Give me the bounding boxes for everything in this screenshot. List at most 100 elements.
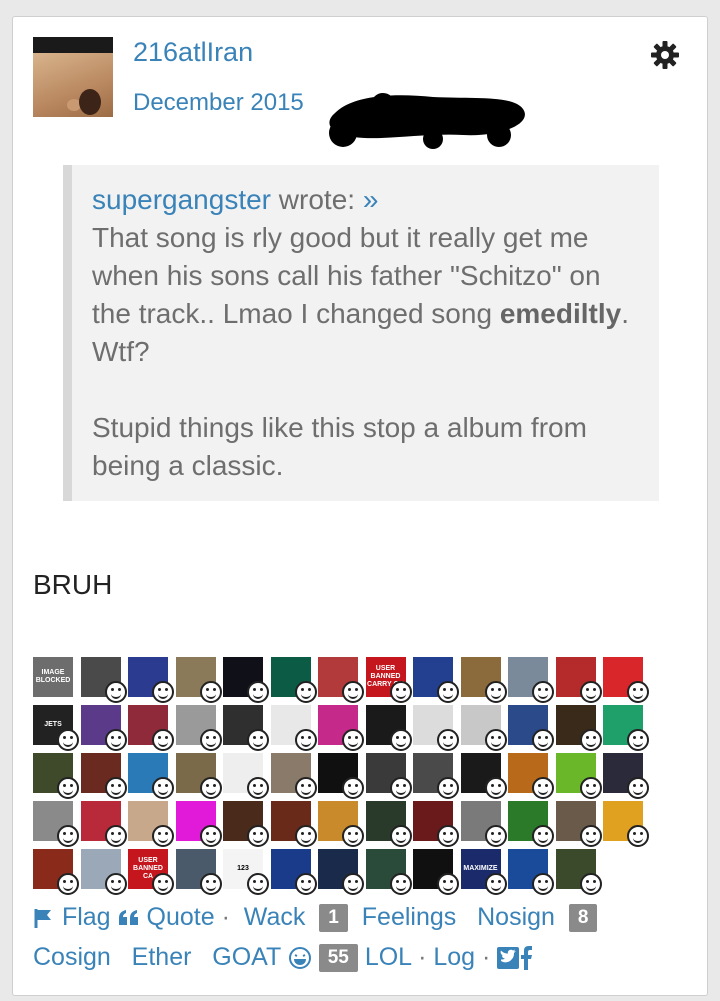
- laughing-face-icon: [57, 873, 79, 895]
- laughing-face-icon: [152, 681, 174, 703]
- reactor-avatar[interactable]: [413, 705, 459, 751]
- laughing-face-icon: [152, 777, 174, 799]
- reactor-avatar[interactable]: [460, 801, 507, 847]
- goat-link[interactable]: GOAT: [212, 943, 281, 971]
- reactor-avatar[interactable]: [460, 705, 507, 751]
- reactor-avatar[interactable]: [175, 753, 222, 799]
- quote-wrote-label: wrote:: [278, 184, 356, 215]
- separator: ·: [482, 943, 491, 971]
- reactor-avatar[interactable]: [33, 849, 79, 895]
- laughing-face-icon: [532, 825, 554, 847]
- quote-jump-link[interactable]: »: [363, 184, 379, 215]
- reactor-avatar[interactable]: [555, 753, 602, 799]
- reactor-avatar[interactable]: [128, 801, 174, 847]
- quote-author-link[interactable]: supergangster: [92, 184, 271, 215]
- reactor-avatar[interactable]: [413, 801, 459, 847]
- reactor-avatar[interactable]: [508, 657, 554, 703]
- reactor-avatar[interactable]: [175, 657, 222, 703]
- reactor-avatar[interactable]: [365, 705, 412, 751]
- wack-link[interactable]: Wack: [244, 903, 306, 931]
- reactor-avatar[interactable]: [223, 753, 269, 799]
- username-link[interactable]: 216atlIran: [133, 37, 253, 68]
- reactor-avatar[interactable]: [223, 801, 269, 847]
- reactor-avatar[interactable]: [318, 849, 364, 895]
- reactor-avatar[interactable]: [223, 657, 269, 703]
- reactor-avatar[interactable]: [175, 849, 222, 895]
- ether-link[interactable]: Ether: [132, 943, 192, 971]
- quote-link[interactable]: Quote: [118, 903, 215, 931]
- reactor-avatar[interactable]: [555, 657, 602, 703]
- reactor-avatar[interactable]: [460, 657, 507, 703]
- reactor-avatar[interactable]: IMAGE BLOCKED: [33, 657, 73, 697]
- reactor-avatar[interactable]: [555, 801, 602, 847]
- post-date[interactable]: December 2015: [133, 89, 304, 117]
- reactor-avatar[interactable]: [175, 705, 222, 751]
- reactor-avatar[interactable]: [270, 705, 317, 751]
- reaction-avatars: IMAGE BLOCKED USER BANNED CARRY ON JETS USE…: [33, 657, 653, 897]
- laughing-face-icon: [579, 825, 602, 847]
- reactor-avatar[interactable]: [128, 753, 174, 799]
- reactor-avatar[interactable]: USER BANNED CA: [128, 849, 174, 895]
- laughing-face-icon: [57, 777, 79, 799]
- reactor-avatar[interactable]: [508, 849, 554, 895]
- comment-body: BRUH: [33, 569, 113, 600]
- reactor-avatar[interactable]: [270, 753, 317, 799]
- reactor-avatar[interactable]: [365, 849, 412, 895]
- reactor-avatar[interactable]: [128, 705, 174, 751]
- reactor-avatar[interactable]: [460, 753, 507, 799]
- flag-link[interactable]: Flag: [33, 903, 111, 931]
- reactor-avatar[interactable]: [508, 705, 554, 751]
- laughing-face-icon: [294, 777, 317, 799]
- reactor-avatar[interactable]: 123: [223, 849, 269, 895]
- reactor-avatar[interactable]: [318, 705, 364, 751]
- avatar[interactable]: [33, 37, 113, 117]
- reaction-bar: Flag Quote · Wack 1 Feelings Nosign 8 Co…: [33, 897, 693, 977]
- lol-link[interactable]: LOL: [365, 943, 411, 971]
- reactor-avatar[interactable]: [413, 849, 459, 895]
- reactor-avatar[interactable]: [223, 705, 269, 751]
- quote-line-2: Stupid things like this stop a album fro…: [92, 412, 587, 481]
- reactor-avatar[interactable]: [555, 849, 602, 895]
- reactor-avatar[interactable]: [80, 801, 127, 847]
- laughing-face-icon: [294, 681, 317, 703]
- facebook-icon[interactable]: [519, 946, 533, 971]
- reactor-avatar[interactable]: [508, 753, 554, 799]
- reactor-avatar[interactable]: [33, 801, 79, 847]
- reactor-avatar[interactable]: [603, 657, 649, 703]
- reactor-avatar[interactable]: [318, 657, 364, 703]
- reactor-avatar[interactable]: [270, 849, 317, 895]
- reactor-avatar[interactable]: [270, 657, 317, 703]
- reactor-avatar[interactable]: [413, 753, 459, 799]
- reactor-avatar[interactable]: [603, 801, 649, 847]
- reactor-avatar[interactable]: [318, 801, 364, 847]
- reactor-avatar[interactable]: [413, 657, 459, 703]
- reactor-avatar[interactable]: JETS: [33, 705, 79, 751]
- reactor-avatar[interactable]: [80, 753, 127, 799]
- cosign-link[interactable]: Cosign: [33, 943, 111, 971]
- reactor-avatar[interactable]: [508, 801, 554, 847]
- reactor-avatar[interactable]: [80, 705, 127, 751]
- reactor-avatar-image: IMAGE BLOCKED: [33, 657, 73, 697]
- laughing-face-icon: [484, 825, 507, 847]
- twitter-icon[interactable]: [497, 947, 520, 970]
- reactor-avatar[interactable]: [33, 753, 79, 799]
- reactor-avatar[interactable]: USER BANNED CARRY ON: [365, 657, 412, 703]
- reactor-avatar[interactable]: [80, 849, 127, 895]
- reactor-avatar[interactable]: [603, 705, 649, 751]
- reactor-avatar[interactable]: [270, 801, 317, 847]
- reactor-avatar[interactable]: [555, 705, 602, 751]
- feelings-link[interactable]: Feelings: [362, 903, 457, 931]
- reactor-avatar[interactable]: [128, 657, 174, 703]
- laughing-face-icon: [199, 777, 222, 799]
- reactor-avatar[interactable]: [80, 657, 127, 703]
- reactor-avatar[interactable]: MAXIMIZE: [460, 849, 507, 895]
- reactor-avatar[interactable]: [318, 753, 364, 799]
- nosign-link[interactable]: Nosign: [477, 903, 555, 931]
- laughing-face-icon: [389, 729, 412, 751]
- reactor-avatar[interactable]: [175, 801, 222, 847]
- gear-icon[interactable]: [649, 39, 681, 71]
- reactor-avatar[interactable]: [365, 753, 412, 799]
- reactor-avatar[interactable]: [365, 801, 412, 847]
- log-link[interactable]: Log: [433, 943, 475, 971]
- reactor-avatar[interactable]: [603, 753, 649, 799]
